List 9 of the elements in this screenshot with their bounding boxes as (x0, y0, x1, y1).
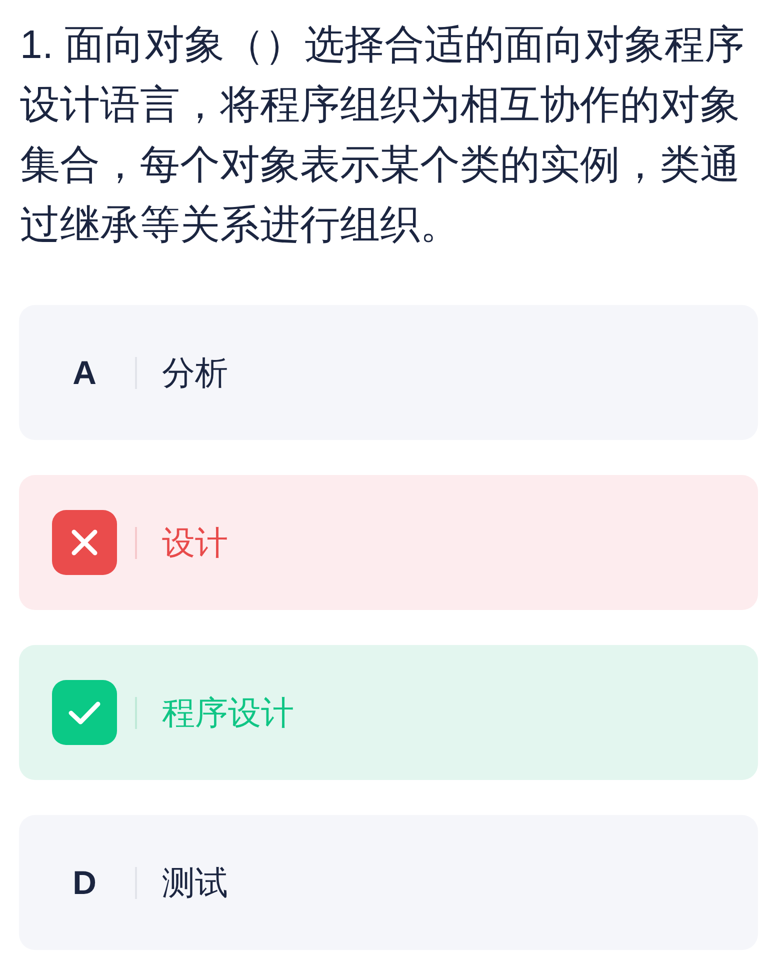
option-text: 分析 (162, 356, 228, 389)
option-letter: D (72, 866, 96, 899)
option-text: 测试 (162, 866, 228, 899)
option-text: 设计 (162, 526, 228, 559)
option-letter: A (72, 356, 96, 389)
answer-option[interactable]: D 测试 (19, 815, 758, 950)
question-text: 1. 面向对象（）选择合适的面向对象程序设计语言，将程序组织为相互协作的对象集合，每个对象表示某个类的实例，类通过继承等关系进行组织。 (19, 22, 746, 249)
answer-option[interactable]: A 分析 (19, 305, 758, 440)
option-text: 程序设计 (162, 696, 294, 729)
